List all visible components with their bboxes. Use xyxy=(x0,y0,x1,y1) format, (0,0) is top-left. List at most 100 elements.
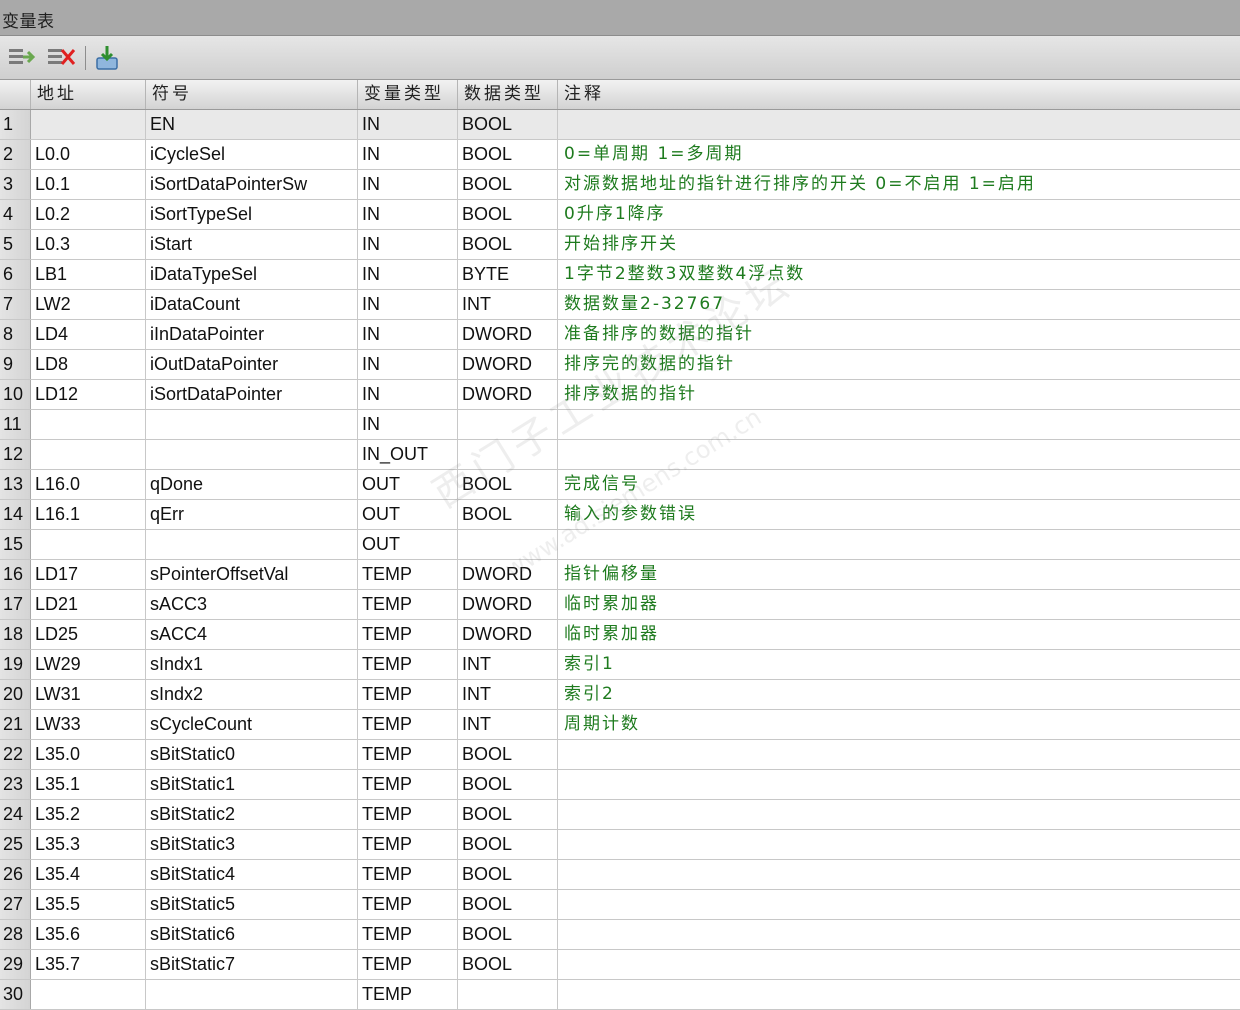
data-type-cell[interactable]: BOOL xyxy=(458,500,558,529)
address-cell[interactable]: LD8 xyxy=(31,350,146,379)
var-type-cell[interactable]: TEMP xyxy=(358,590,458,619)
symbol-cell[interactable]: iSortTypeSel xyxy=(146,200,358,229)
var-type-cell[interactable]: TEMP xyxy=(358,860,458,889)
table-row[interactable]: 11 IN xyxy=(0,410,1240,440)
row-number[interactable]: 4 xyxy=(0,200,31,229)
comment-cell[interactable]: 开始排序开关 xyxy=(558,230,1240,259)
symbol-cell[interactable]: iSortDataPointerSw xyxy=(146,170,358,199)
row-number[interactable]: 15 xyxy=(0,530,31,559)
download-button[interactable] xyxy=(92,44,122,72)
symbol-cell[interactable]: sBitStatic3 xyxy=(146,830,358,859)
row-number[interactable]: 16 xyxy=(0,560,31,589)
data-type-cell[interactable]: INT xyxy=(458,680,558,709)
symbol-cell[interactable]: iStart xyxy=(146,230,358,259)
symbol-cell[interactable]: qErr xyxy=(146,500,358,529)
comment-cell[interactable]: 指针偏移量 xyxy=(558,560,1240,589)
row-number[interactable]: 28 xyxy=(0,920,31,949)
var-type-cell[interactable]: IN xyxy=(358,260,458,289)
symbol-cell[interactable]: iDataTypeSel xyxy=(146,260,358,289)
address-cell[interactable]: L35.7 xyxy=(31,950,146,979)
address-cell[interactable]: LD12 xyxy=(31,380,146,409)
comment-cell[interactable] xyxy=(558,440,1240,469)
table-row[interactable]: 30 TEMP xyxy=(0,980,1240,1010)
address-cell[interactable]: LW2 xyxy=(31,290,146,319)
data-type-cell[interactable]: INT xyxy=(458,710,558,739)
data-type-cell[interactable]: BYTE xyxy=(458,260,558,289)
var-type-cell[interactable]: TEMP xyxy=(358,800,458,829)
comment-cell[interactable]: 索引1 xyxy=(558,650,1240,679)
table-row[interactable]: 29 L35.7 sBitStatic7 TEMP BOOL xyxy=(0,950,1240,980)
symbol-cell[interactable]: sACC3 xyxy=(146,590,358,619)
var-type-cell[interactable]: TEMP xyxy=(358,950,458,979)
symbol-cell[interactable]: sCycleCount xyxy=(146,710,358,739)
symbol-cell[interactable]: sPointerOffsetVal xyxy=(146,560,358,589)
table-row[interactable]: 23 L35.1 sBitStatic1 TEMP BOOL xyxy=(0,770,1240,800)
address-cell[interactable]: LW33 xyxy=(31,710,146,739)
delete-row-button[interactable] xyxy=(46,44,76,72)
table-row[interactable]: 25 L35.3 sBitStatic3 TEMP BOOL xyxy=(0,830,1240,860)
symbol-cell[interactable]: sIndx2 xyxy=(146,680,358,709)
table-row[interactable]: 24 L35.2 sBitStatic2 TEMP BOOL xyxy=(0,800,1240,830)
address-cell[interactable]: LD4 xyxy=(31,320,146,349)
comment-cell[interactable]: 1字节2整数3双整数4浮点数 xyxy=(558,260,1240,289)
var-type-cell[interactable]: OUT xyxy=(358,500,458,529)
table-row[interactable]: 22 L35.0 sBitStatic0 TEMP BOOL xyxy=(0,740,1240,770)
comment-cell[interactable]: 排序数据的指针 xyxy=(558,380,1240,409)
symbol-cell[interactable]: sACC4 xyxy=(146,620,358,649)
table-row[interactable]: 15 OUT xyxy=(0,530,1240,560)
var-type-cell[interactable]: TEMP xyxy=(358,740,458,769)
address-cell[interactable] xyxy=(31,110,146,139)
symbol-cell[interactable]: sBitStatic6 xyxy=(146,920,358,949)
comment-cell[interactable]: 准备排序的数据的指针 xyxy=(558,320,1240,349)
data-type-cell[interactable]: DWORD xyxy=(458,590,558,619)
comment-cell[interactable] xyxy=(558,530,1240,559)
var-type-cell[interactable]: IN xyxy=(358,320,458,349)
var-type-cell[interactable]: TEMP xyxy=(358,890,458,919)
var-type-cell[interactable]: TEMP xyxy=(358,560,458,589)
insert-row-button[interactable] xyxy=(6,44,36,72)
header-symbol[interactable]: 符号 xyxy=(146,80,358,109)
symbol-cell[interactable] xyxy=(146,980,358,1009)
table-row[interactable]: 9 LD8 iOutDataPointer IN DWORD 排序完的数据的指针 xyxy=(0,350,1240,380)
address-cell[interactable]: L35.3 xyxy=(31,830,146,859)
address-cell[interactable]: L16.1 xyxy=(31,500,146,529)
symbol-cell[interactable]: iSortDataPointer xyxy=(146,380,358,409)
table-row[interactable]: 27 L35.5 sBitStatic5 TEMP BOOL xyxy=(0,890,1240,920)
data-type-cell[interactable] xyxy=(458,410,558,439)
address-cell[interactable]: LW31 xyxy=(31,680,146,709)
table-row[interactable]: 13 L16.0 qDone OUT BOOL 完成信号 xyxy=(0,470,1240,500)
table-row[interactable]: 17 LD21 sACC3 TEMP DWORD 临时累加器 xyxy=(0,590,1240,620)
row-number[interactable]: 7 xyxy=(0,290,31,319)
header-var-type[interactable]: 变量类型 xyxy=(358,80,458,109)
table-row[interactable]: 14 L16.1 qErr OUT BOOL 输入的参数错误 xyxy=(0,500,1240,530)
comment-cell[interactable] xyxy=(558,860,1240,889)
row-number[interactable]: 27 xyxy=(0,890,31,919)
table-row[interactable]: 4 L0.2 iSortTypeSel IN BOOL 0升序1降序 xyxy=(0,200,1240,230)
table-row[interactable]: 20 LW31 sIndx2 TEMP INT 索引2 xyxy=(0,680,1240,710)
data-type-cell[interactable] xyxy=(458,440,558,469)
comment-cell[interactable]: 排序完的数据的指针 xyxy=(558,350,1240,379)
var-type-cell[interactable]: TEMP xyxy=(358,770,458,799)
address-cell[interactable]: L35.4 xyxy=(31,860,146,889)
row-number[interactable]: 6 xyxy=(0,260,31,289)
row-number[interactable]: 23 xyxy=(0,770,31,799)
row-number[interactable]: 18 xyxy=(0,620,31,649)
comment-cell[interactable] xyxy=(558,920,1240,949)
address-cell[interactable]: L0.1 xyxy=(31,170,146,199)
data-type-cell[interactable]: INT xyxy=(458,650,558,679)
var-type-cell[interactable]: TEMP xyxy=(358,710,458,739)
address-cell[interactable]: L35.6 xyxy=(31,920,146,949)
symbol-cell[interactable]: iCycleSel xyxy=(146,140,358,169)
comment-cell[interactable]: 完成信号 xyxy=(558,470,1240,499)
comment-cell[interactable]: 索引2 xyxy=(558,680,1240,709)
comment-cell[interactable] xyxy=(558,830,1240,859)
address-cell[interactable]: LD17 xyxy=(31,560,146,589)
var-type-cell[interactable]: TEMP xyxy=(358,650,458,679)
data-type-cell[interactable]: BOOL xyxy=(458,950,558,979)
address-cell[interactable]: L35.1 xyxy=(31,770,146,799)
comment-cell[interactable]: 0升序1降序 xyxy=(558,200,1240,229)
table-row[interactable]: 6 LB1 iDataTypeSel IN BYTE 1字节2整数3双整数4浮点数 xyxy=(0,260,1240,290)
comment-cell[interactable]: 临时累加器 xyxy=(558,590,1240,619)
data-type-cell[interactable]: BOOL xyxy=(458,770,558,799)
row-number[interactable]: 9 xyxy=(0,350,31,379)
